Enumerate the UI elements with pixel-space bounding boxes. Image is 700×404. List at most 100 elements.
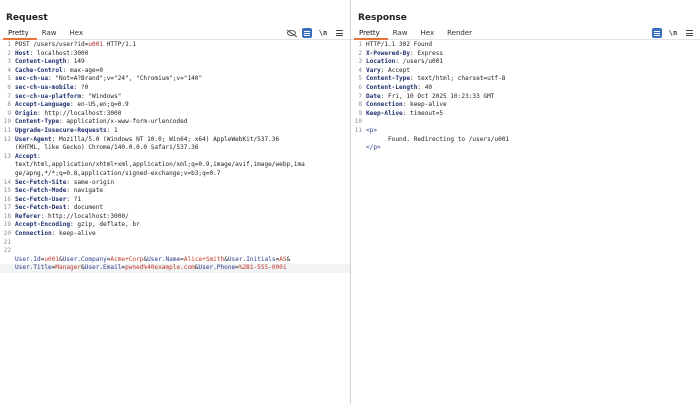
code-text: Sec-Fetch-Mode: navigate [13,187,103,196]
line-number: 4 [358,66,362,74]
line-number: 9 [358,109,362,117]
code-token: User-Agent [15,135,52,143]
code-line: 3 Location: /users/u001 [351,58,700,67]
response-tabs: Pretty Raw Hex Render [351,28,700,40]
menu-icon[interactable] [684,28,694,38]
line-number [351,144,364,153]
code-token: : keep-alive [51,230,96,238]
code-text: sec-ch-ua-mobile: ?0 [13,84,88,93]
code-text: Connection: keep-alive [13,230,96,239]
code-line: 18 Referer: http://localhost:3000/ [0,213,350,222]
response-pane: Response Pretty Raw Hex Render \n 1 HTTP/… [350,0,700,404]
code-line: 15 Sec-Fetch-Mode: navigate [0,187,350,196]
code-line: ge/apng,*/*;q=0.8,application/signed-exc… [0,170,350,179]
code-token: : application/x-www-form-urlencoded [59,118,188,126]
tab-render[interactable]: Render [442,28,480,40]
line-number: 8 [7,101,11,109]
line-number: 2 [358,49,362,57]
code-token: : localhost:3000 [29,49,89,57]
code-token: ge/apng,*/*;q=0.8,application/signed-exc… [15,169,221,177]
code-token: Referer [15,212,41,220]
code-token: User.Id [15,255,41,263]
code-token: Sec-Fetch-Mode [15,187,67,195]
line-number: 2 [7,49,11,57]
code-token: : "Not=A?Brand";v="24", "Chromium";v="14… [48,75,203,83]
tab-hex[interactable]: Hex [65,28,92,40]
code-token: Vary [366,66,381,74]
code-text: Cache-Control: max-age=0 [13,67,103,76]
code-text: Connection: keep-alive [364,101,447,110]
code-text: Date: Fri, 10 Oct 2025 10:23:33 GMT [364,93,494,102]
code-line: User.Id=u001&User.Company=Acme+Corp&User… [0,256,350,265]
code-token: : Accept [380,66,411,74]
newline-icon[interactable]: \n [318,28,328,38]
code-token: Content-Type [366,75,411,83]
code-token: Host [15,49,30,57]
request-toolbar: \n [286,28,344,38]
code-token: User.Title [15,264,52,272]
code-line: 6 Content-Length: 40 [351,84,700,93]
response-editor[interactable]: 1 HTTP/1.1 302 Found 2 X-Powered-By: Expres… [351,41,700,153]
code-token: Manager [55,264,82,272]
line-number: 11 [354,126,362,134]
line-number: 13 [3,152,11,160]
code-text: Sec-Fetch-Dest: document [13,204,103,213]
code-text: Content-Type: application/x-www-form-url… [13,118,187,127]
tab-raw[interactable]: Raw [388,28,416,40]
menu-icon[interactable] [334,28,344,38]
code-line: 10 Content-Type: application/x-www-form-u… [0,118,350,127]
eye-off-icon[interactable] [286,28,296,38]
request-editor[interactable]: 1 POST /users/user?id=u001 HTTP/1.1 2 Host:… [0,41,350,274]
code-token: u001 [44,255,60,263]
wrap-lines-icon[interactable] [652,28,662,38]
line-number: 21 [3,238,11,246]
code-token: User.Name [147,255,181,263]
code-token: : "Windows" [81,92,122,100]
code-token: User.Phone [198,264,236,272]
line-number: 7 [7,92,11,100]
code-token: : text/html; charset=utf-8 [410,75,506,83]
code-token: sec-ch-ua-mobile [15,83,74,91]
code-token: Content-Type [15,118,60,126]
request-pane: Request Pretty Raw Hex \n 1 POST /users/u… [0,0,350,404]
line-number: 20 [3,230,11,238]
code-line: 4 Vary: Accept [351,67,700,76]
code-line: 13 Accept: [0,153,350,162]
code-text: Upgrade-Insecure-Requests: 1 [13,127,118,136]
wrap-lines-icon[interactable] [302,28,312,38]
code-token: sec-ch-ua-platform [15,92,82,100]
code-line: 9 Keep-Alive: timeout=5 [351,110,700,119]
code-text: User-Agent: Mozilla/5.0 (Windows NT 10.0… [13,136,279,145]
code-token: : 40 [417,83,433,91]
tab-raw[interactable]: Raw [37,28,65,40]
code-token: Content-Length [366,83,418,91]
tab-pretty[interactable]: Pretty [354,28,388,40]
code-text: Keep-Alive: timeout=5 [364,110,443,119]
code-token: : http://localhost:3000/ [40,212,129,220]
tab-hex[interactable]: Hex [416,28,443,40]
code-token: Upgrade-Insecure-Requests [15,126,107,134]
code-text: Referer: http://localhost:3000/ [13,213,129,222]
code-token: : en-US,en;q=0.9 [70,101,129,109]
code-line: 19 Accept-Encoding: gzip, deflate, br [0,221,350,230]
code-text: Content-Length: 149 [13,58,85,67]
code-line: 7 Date: Fri, 10 Oct 2025 10:23:33 GMT [351,93,700,102]
tab-pretty[interactable]: Pretty [3,28,37,40]
newline-icon[interactable]: \n [668,28,678,38]
response-title: Response [358,13,407,23]
code-token: Sec-Fetch-Site [15,178,67,186]
code-token: Location [366,58,396,66]
code-text: Vary: Accept [364,67,410,76]
code-line: 9 Origin: http://localhost:3000 [0,110,350,119]
line-number: 14 [3,178,11,186]
code-text: Accept-Encoding: gzip, deflate, br [13,221,140,230]
line-number: 17 [3,204,11,212]
code-token: Date [366,92,381,100]
code-line: 5 sec-ch-ua: "Not=A?Brand";v="24", "Chrom… [0,75,350,84]
code-token: User.Email [84,264,122,272]
code-token: text/html,application/xhtml+xml,applicat… [15,161,305,169]
code-line: 1 HTTP/1.1 302 Found [351,41,700,50]
code-text: text/html,application/xhtml+xml,applicat… [13,161,305,170]
code-token: : navigate [66,187,104,195]
